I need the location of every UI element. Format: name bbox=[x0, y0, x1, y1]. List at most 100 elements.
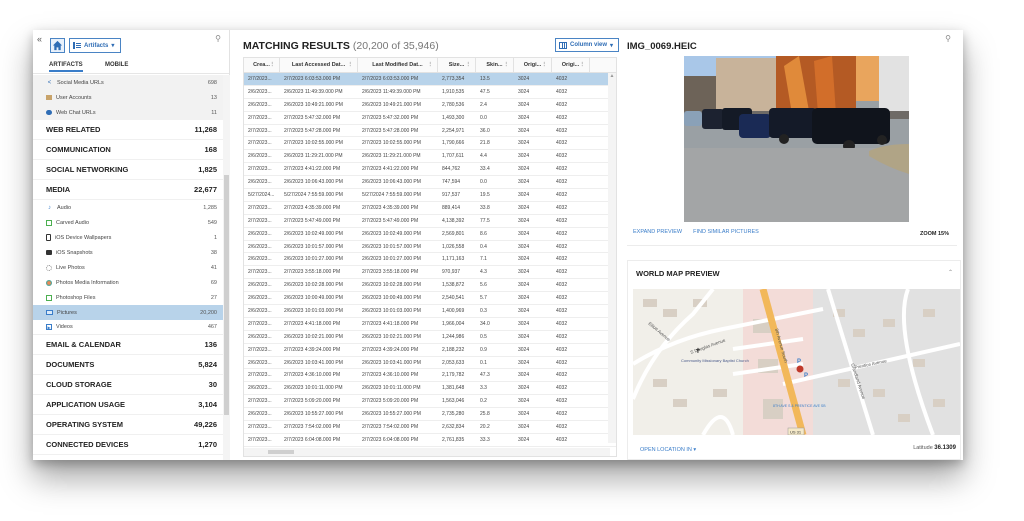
category-web-related[interactable]: WEB RELATED 11,268 bbox=[33, 120, 223, 140]
scrollbar-thumb[interactable] bbox=[224, 175, 229, 415]
column-header[interactable]: Size... ⋮ bbox=[438, 58, 476, 72]
table-cell: 2/6/2023 11:49:39.000 PM bbox=[284, 88, 343, 95]
table-cell: 19.5 bbox=[480, 191, 490, 198]
table-row[interactable]: 2/7/2023... 2/7/2023 4:35:39.000 PM 2/7/20… bbox=[244, 202, 616, 215]
tab-mobile[interactable]: MOBILE bbox=[105, 62, 128, 68]
column-header[interactable]: Skin... ⋮ bbox=[476, 58, 514, 72]
column-header[interactable]: Last Modified Dat... ⋮ bbox=[358, 58, 438, 72]
video-icon: ▶ bbox=[46, 324, 52, 330]
sidebar-item-photoshop-files[interactable]: Photoshop Files 27 bbox=[33, 290, 223, 305]
category-media[interactable]: MEDIA 22,677 bbox=[33, 180, 223, 200]
table-row[interactable]: 2/7/2023... 2/7/2023 5:47:32.000 PM 2/7/20… bbox=[244, 112, 616, 125]
table-row[interactable]: 5/27/2024... 5/27/2024 7:55:59.000 PM 5/27… bbox=[244, 189, 616, 202]
expand-preview-link[interactable]: EXPAND PREVIEW bbox=[633, 229, 682, 235]
home-button[interactable] bbox=[50, 38, 65, 53]
table-row[interactable]: 2/7/2023... 2/7/2023 4:36:10.000 PM 2/7/20… bbox=[244, 369, 616, 383]
sidebar-item-web-chat-urls[interactable]: Web Chat URLs 11 bbox=[33, 105, 223, 120]
sidebar-item-photos-media-information[interactable]: Photos Media Information 69 bbox=[33, 275, 223, 290]
sidebar-item-carved-audio[interactable]: Carved Audio 549 bbox=[33, 215, 223, 230]
table-vertical-scrollbar[interactable]: ▲ bbox=[608, 73, 616, 443]
table-row[interactable]: 2/6/2023... 2/6/2023 10:02:28.000 PM 2/6/2… bbox=[244, 279, 616, 293]
column-menu-icon[interactable]: ⋮ bbox=[504, 62, 510, 68]
photo-preview[interactable] bbox=[684, 56, 909, 222]
table-cell: 2/7/2023... bbox=[248, 140, 272, 147]
table-row[interactable]: 2/6/2023... 2/6/2023 10:06:43.000 PM 2/6/2… bbox=[244, 176, 616, 190]
table-row[interactable]: 2/7/2023... 2/7/2023 7:54:02.000 PM 2/7/20… bbox=[244, 421, 616, 434]
table-row[interactable]: 2/6/2023... 2/6/2023 10:55:27.000 PM 2/6/2… bbox=[244, 408, 616, 422]
map-view[interactable]: S Douglas Avenue Elliott Avenue 8th Aven… bbox=[633, 289, 960, 435]
table-row[interactable]: 2/6/2023... 2/6/2023 11:49:39.000 PM 2/6/2… bbox=[244, 86, 616, 99]
category-connected-devices[interactable]: CONNECTED DEVICES 1,270 bbox=[33, 435, 223, 455]
sidebar-item-videos[interactable]: ▶ Videos 467 bbox=[33, 320, 223, 335]
table-row[interactable]: 2/7/2023... 2/7/2023 6:04:08.000 PM 2/7/20… bbox=[244, 434, 616, 447]
sidebar-scrollbar[interactable] bbox=[223, 75, 230, 460]
scrollbar-thumb[interactable] bbox=[268, 450, 294, 454]
table-horizontal-scrollbar[interactable] bbox=[244, 448, 610, 456]
category-social-networking[interactable]: SOCIAL NETWORKING 1,825 bbox=[33, 160, 223, 180]
category-operating-system[interactable]: OPERATING SYSTEM 49,226 bbox=[33, 415, 223, 435]
table-row[interactable]: 2/6/2023... 2/6/2023 10:01:03.000 PM 2/6/2… bbox=[244, 305, 616, 318]
category-cloud-storage[interactable]: CLOUD STORAGE 30 bbox=[33, 375, 223, 395]
table-row[interactable]: 2/6/2023... 2/6/2023 10:03:41.000 PM 2/6/2… bbox=[244, 357, 616, 370]
table-cell: 2/6/2023... bbox=[248, 333, 272, 340]
table-cell: 4032 bbox=[556, 75, 568, 82]
column-menu-icon[interactable]: ⋮ bbox=[580, 62, 586, 68]
sidebar-item-user-accounts[interactable]: User Accounts 13 bbox=[33, 90, 223, 105]
category-email-calendar[interactable]: EMAIL & CALENDAR 136 bbox=[33, 335, 223, 355]
column-header[interactable]: Origi... ⋮ bbox=[514, 58, 552, 72]
column-menu-icon[interactable]: ⋮ bbox=[466, 62, 472, 68]
table-row[interactable]: 2/6/2023... 2/6/2023 10:00:49.000 PM 2/6/2… bbox=[244, 292, 616, 306]
tab-artifacts[interactable]: ARTIFACTS bbox=[49, 62, 83, 72]
find-similar-pictures-link[interactable]: FIND SIMILAR PICTURES bbox=[693, 229, 759, 235]
sidebar-item-pictures[interactable]: Pictures 20,200 bbox=[33, 305, 223, 320]
column-header[interactable]: Last Accessed Dat... ⋮ bbox=[280, 58, 358, 72]
table-cell: 3024 bbox=[518, 127, 530, 134]
category-application-usage[interactable]: APPLICATION USAGE 3,104 bbox=[33, 395, 223, 415]
table-row[interactable]: 2/7/2023... 2/7/2023 6:03:53.000 PM 2/7/20… bbox=[244, 73, 616, 86]
table-row[interactable]: 2/7/2023... 2/7/2023 3:55:18.000 PM 2/7/20… bbox=[244, 266, 616, 280]
artifacts-dropdown[interactable]: Artifacts ▾ bbox=[69, 38, 121, 53]
table-row[interactable]: 2/6/2023... 2/6/2023 11:29:21.000 PM 2/6/2… bbox=[244, 150, 616, 164]
pin-icon[interactable]: ⚲ bbox=[945, 34, 951, 43]
table-cell: 1,538,872 bbox=[442, 282, 465, 289]
column-header[interactable]: Origi... ⋮ bbox=[552, 58, 590, 72]
sidebar-item-audio[interactable]: ♪ Audio 1,285 bbox=[33, 200, 223, 215]
column-menu-icon[interactable]: ⋮ bbox=[348, 62, 354, 68]
column-menu-icon[interactable]: ⋮ bbox=[542, 62, 548, 68]
table-row[interactable]: 2/7/2023... 2/7/2023 5:47:28.000 PM 2/7/20… bbox=[244, 125, 616, 138]
sidebar-item-social-media-urls[interactable]: < Social Media URLs 698 bbox=[33, 75, 223, 90]
location-pin-icon[interactable] bbox=[796, 365, 804, 373]
table-cell: 889,414 bbox=[442, 204, 461, 211]
table-row[interactable]: 2/6/2023... 2/6/2023 10:02:49.000 PM 2/6/2… bbox=[244, 228, 616, 241]
table-cell: 970,937 bbox=[442, 269, 461, 276]
share-icon: < bbox=[47, 79, 52, 86]
table-row[interactable]: 2/7/2023... 2/7/2023 4:41:18.000 PM 2/7/20… bbox=[244, 318, 616, 331]
table-row[interactable]: 2/7/2023... 2/7/2023 4:39:24.000 PM 2/7/20… bbox=[244, 344, 616, 357]
table-row[interactable]: 2/7/2023... 2/7/2023 10:02:55.000 PM 2/7/2… bbox=[244, 137, 616, 151]
category-documents[interactable]: DOCUMENTS 5,824 bbox=[33, 355, 223, 375]
category-communication[interactable]: COMMUNICATION 168 bbox=[33, 140, 223, 160]
table-row[interactable]: 2/6/2023... 2/6/2023 10:49:21.000 PM 2/6/2… bbox=[244, 99, 616, 112]
table-row[interactable]: 2/6/2023... 2/6/2023 10:01:27.000 PM 2/6/2… bbox=[244, 253, 616, 267]
collapse-icon[interactable]: ⌃ bbox=[948, 269, 953, 276]
table-row[interactable]: 2/6/2023... 2/6/2023 10:02:21.000 PM 2/6/2… bbox=[244, 331, 616, 344]
column-header[interactable]: Crea... ⋮ bbox=[244, 58, 280, 72]
table-row[interactable]: 2/7/2023... 2/7/2023 4:41:22.000 PM 2/7/20… bbox=[244, 163, 616, 177]
open-location-dropdown[interactable]: OPEN LOCATION IN ▾ bbox=[640, 447, 696, 453]
table-row[interactable]: 2/7/2023... 2/7/2023 5:47:49.000 PM 2/7/20… bbox=[244, 215, 616, 228]
column-view-button[interactable]: Column view ▾ bbox=[555, 38, 619, 52]
table-row[interactable]: 2/7/2023... 2/7/2023 5:09:20.000 PM 2/7/20… bbox=[244, 395, 616, 409]
table-row[interactable]: 2/6/2023... 2/6/2023 10:01:57.000 PM 2/6/2… bbox=[244, 241, 616, 254]
collapse-sidebar-icon[interactable]: « bbox=[37, 34, 42, 44]
pin-icon[interactable]: ⚲ bbox=[215, 34, 221, 43]
sidebar-item-live-photos[interactable]: Live Photos 41 bbox=[33, 260, 223, 275]
sidebar-item-ios-snapshots[interactable]: iOS Snapshots 38 bbox=[33, 245, 223, 260]
sidebar-item-ios-device-wallpapers[interactable]: iOS Device Wallpapers 1 bbox=[33, 230, 223, 245]
column-menu-icon[interactable]: ⋮ bbox=[270, 62, 276, 68]
scroll-up-icon[interactable]: ▲ bbox=[608, 73, 616, 79]
column-menu-icon[interactable]: ⋮ bbox=[428, 62, 434, 68]
table-cell: 2/6/2023... bbox=[248, 256, 272, 263]
table-row[interactable]: 2/6/2023... 2/6/2023 10:01:11.000 PM 2/6/2… bbox=[244, 382, 616, 396]
table-cell: 0.5 bbox=[480, 333, 487, 340]
table-cell: 0.1 bbox=[480, 359, 487, 366]
